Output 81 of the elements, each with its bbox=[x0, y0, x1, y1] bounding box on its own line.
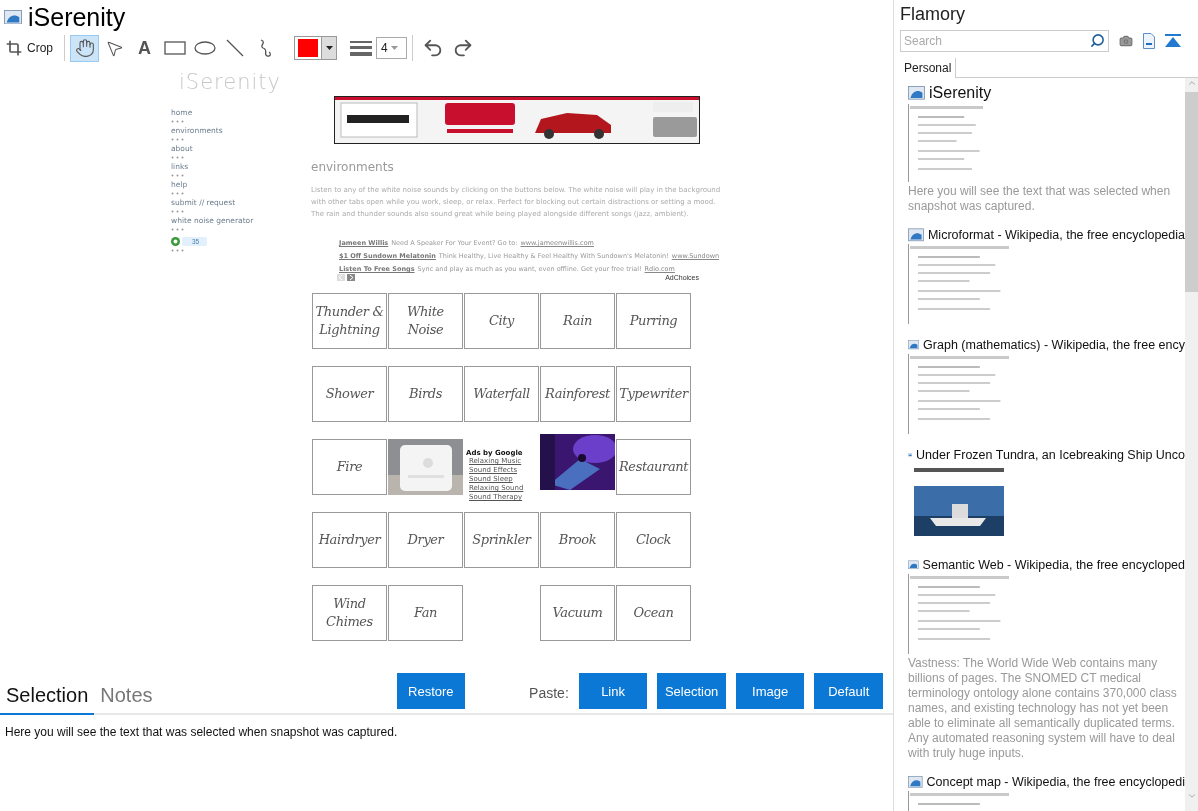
page-icon bbox=[908, 86, 925, 100]
sound-button[interactable]: White Noise bbox=[388, 293, 463, 349]
panel-tab[interactable]: Personal bbox=[900, 58, 957, 78]
collapse-icon[interactable] bbox=[1165, 34, 1181, 48]
sound-button[interactable]: City bbox=[464, 293, 539, 349]
site-logo: iSerenity bbox=[179, 70, 282, 94]
sound-button[interactable]: Typewriter bbox=[616, 366, 691, 422]
snapshot-title[interactable]: Graph (mathematics) - Wikipedia, the free ency bbox=[923, 338, 1185, 352]
caret-icon bbox=[390, 46, 398, 50]
separator-dots bbox=[171, 120, 185, 123]
sound-button[interactable]: Rainforest bbox=[540, 366, 615, 422]
page-icon bbox=[4, 9, 22, 25]
sound-button[interactable]: Fan bbox=[388, 585, 463, 641]
scroll-thumb[interactable] bbox=[1185, 92, 1198, 292]
previous-icon bbox=[337, 274, 345, 281]
separator-dots bbox=[171, 174, 185, 177]
line-width-icon bbox=[350, 40, 372, 56]
separator-dots bbox=[171, 192, 185, 195]
ellipse-icon bbox=[193, 41, 216, 55]
document-icon[interactable] bbox=[1143, 33, 1155, 49]
line-width-select[interactable]: 4 bbox=[376, 37, 407, 59]
panel-tab[interactable]: Selection bbox=[0, 684, 95, 715]
page-icon bbox=[908, 558, 919, 572]
snapshot-title[interactable]: iSerenity bbox=[929, 84, 992, 102]
panel-tab[interactable]: Notes bbox=[94, 684, 159, 715]
sound-button[interactable]: Dryer bbox=[388, 512, 463, 568]
sound-button[interactable]: Wind Chimes bbox=[312, 585, 387, 641]
page-icon bbox=[908, 228, 924, 242]
section-heading: environments bbox=[311, 160, 395, 174]
caret-icon bbox=[325, 46, 333, 50]
sound-button[interactable]: Brook bbox=[540, 512, 615, 568]
paste-button[interactable]: Link bbox=[578, 673, 648, 709]
restore-button[interactable]: Restore bbox=[396, 673, 466, 709]
window-title: iSerenity bbox=[28, 2, 126, 32]
sound-button[interactable]: Purring bbox=[616, 293, 691, 349]
paste-label: Paste: bbox=[529, 685, 569, 701]
page-icon bbox=[908, 338, 920, 352]
sound-button[interactable]: Ocean bbox=[616, 585, 691, 641]
snapshot-note: Here you will see the text that was selected when snapshot was captured. bbox=[908, 184, 1172, 214]
next-icon bbox=[347, 274, 355, 281]
panel-title: Flamory bbox=[900, 4, 966, 26]
crop-icon bbox=[6, 40, 22, 56]
crop-button[interactable]: Crop bbox=[6, 34, 59, 62]
search-icon[interactable] bbox=[1090, 33, 1105, 48]
search-field[interactable]: Search bbox=[900, 30, 1109, 52]
snapshot-title[interactable]: Microformat - Wikipedia, the free encyclopedia bbox=[927, 228, 1185, 242]
snapshot-title[interactable]: Concept map - Wikipedia, the free encyclopedi bbox=[926, 775, 1185, 789]
snapshot-title[interactable]: Under Frozen Tundra, an Icebreaking Ship Unco bbox=[916, 448, 1185, 462]
sound-button[interactable]: Rain bbox=[540, 293, 615, 349]
share-icon bbox=[171, 237, 180, 246]
sound-button[interactable]: Birds bbox=[388, 366, 463, 422]
separator-dots bbox=[171, 249, 185, 252]
sound-button[interactable]: Thunder & Lightning bbox=[312, 293, 387, 349]
sound-button[interactable]: Restaurant bbox=[616, 439, 691, 495]
hand-icon bbox=[74, 38, 95, 58]
sound-button[interactable]: Shower bbox=[312, 366, 387, 422]
line-icon bbox=[224, 38, 245, 58]
selection-text: Here you will see the text that was selected when snapshot was captured. bbox=[4, 724, 399, 741]
separator-dots bbox=[171, 138, 185, 141]
rectangle-icon bbox=[163, 41, 186, 55]
paste-button[interactable]: Image bbox=[735, 673, 805, 709]
snapshot-note: Vastness: The World Wide Web contains many billions of pages. The SNOMED CT medical terminology ontology alone contains 370,000 class names, and existing technology has not yet been able to eliminate all semantically duplicated terms. Any automated reasoning system will have to deal with truly huge inputs. bbox=[908, 656, 1178, 761]
page-icon bbox=[908, 775, 923, 789]
separator-dots bbox=[171, 228, 185, 231]
camera-icon[interactable] bbox=[1119, 34, 1133, 48]
sound-button[interactable]: Hairdryer bbox=[312, 512, 387, 568]
snapshot-title[interactable]: Semantic Web - Wikipedia, the free encycloped bbox=[922, 558, 1185, 572]
separator-dots bbox=[171, 210, 185, 213]
color-picker[interactable] bbox=[294, 36, 337, 60]
hand-tool[interactable] bbox=[70, 34, 99, 62]
scrollbar[interactable] bbox=[1185, 78, 1198, 811]
sound-button[interactable]: Vacuum bbox=[540, 585, 615, 641]
text-tool[interactable]: A bbox=[130, 34, 159, 62]
pointer-icon bbox=[105, 38, 124, 58]
sound-button[interactable]: Sprinkler bbox=[464, 512, 539, 568]
sound-button[interactable]: Waterfall bbox=[464, 366, 539, 422]
paste-button[interactable]: Default bbox=[814, 673, 884, 709]
paste-button[interactable]: Selection bbox=[657, 673, 726, 709]
separator-dots bbox=[171, 156, 185, 159]
sound-button[interactable]: Fire bbox=[312, 439, 387, 495]
sound-button[interactable]: Clock bbox=[616, 512, 691, 568]
